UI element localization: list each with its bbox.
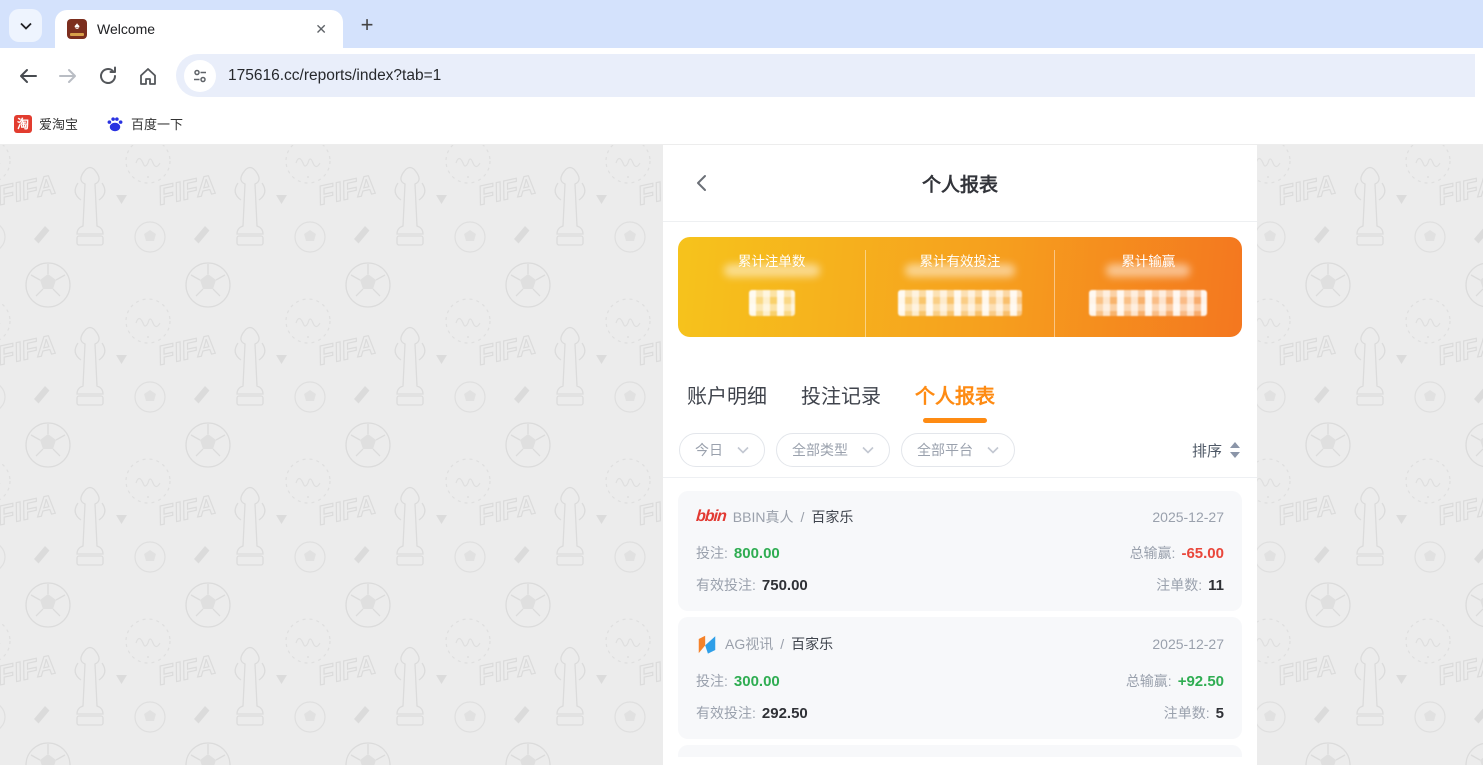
valid-bet-amount: 有效投注: 750.00 bbox=[696, 575, 808, 595]
bet-value: 300.00 bbox=[734, 673, 780, 690]
censored-value bbox=[1089, 290, 1207, 316]
censored-value bbox=[898, 290, 1022, 316]
bookmark-label: 爱淘宝 bbox=[39, 114, 78, 133]
bet-count-label: 注单数: bbox=[1164, 705, 1210, 721]
next-record-card-partial bbox=[678, 745, 1242, 757]
browser-toolbar: 175616.cc/reports/index?tab=1 bbox=[0, 48, 1483, 103]
site-favicon: ♠ bbox=[67, 19, 87, 39]
tab-bet-records[interactable]: 投注记录 bbox=[801, 380, 881, 423]
filter-label: 全部类型 bbox=[792, 440, 848, 460]
stat-total-bets: 累计注单数 bbox=[678, 250, 865, 337]
reload-button[interactable] bbox=[88, 56, 128, 96]
bet-label: 投注: bbox=[696, 545, 728, 561]
bet-amount: 投注: 300.00 bbox=[696, 671, 780, 691]
filter-bar: 今日 全部类型 全部平台 排序 bbox=[663, 423, 1257, 478]
bet-count-value: 5 bbox=[1216, 705, 1224, 722]
winloss-label: 总输赢: bbox=[1126, 673, 1172, 689]
bet-label: 投注: bbox=[696, 673, 728, 689]
slash-separator: / bbox=[800, 509, 804, 525]
home-button[interactable] bbox=[128, 56, 168, 96]
bet-amount: 投注: 800.00 bbox=[696, 543, 780, 563]
page-title: 个人报表 bbox=[922, 170, 998, 197]
record-date: 2025-12-27 bbox=[1152, 509, 1224, 525]
chevron-down-icon bbox=[862, 446, 874, 454]
forward-arrow-icon bbox=[57, 65, 79, 87]
taobao-icon: 淘 bbox=[14, 115, 32, 133]
new-tab-button[interactable]: + bbox=[352, 10, 382, 40]
bookmark-aitaobao[interactable]: 淘 爱淘宝 bbox=[14, 114, 78, 133]
winloss-amount: 总输赢: -65.00 bbox=[1130, 543, 1224, 563]
browser-tab-welcome[interactable]: ♠ Welcome ✕ bbox=[55, 10, 343, 48]
stat-total-valid-bets: 累计有效投注 bbox=[865, 250, 1053, 337]
site-settings-button[interactable] bbox=[184, 60, 216, 92]
forward-button[interactable] bbox=[48, 56, 88, 96]
bet-count-value: 11 bbox=[1208, 577, 1224, 594]
bet-value: 800.00 bbox=[734, 545, 780, 562]
tab-search-button[interactable] bbox=[9, 9, 42, 42]
stat-total-winloss: 累计输赢 bbox=[1054, 250, 1242, 337]
bet-count: 注单数: 11 bbox=[1156, 575, 1224, 595]
filter-label: 今日 bbox=[695, 440, 723, 460]
report-panel: 个人报表 累计注单数 累计有效投注 累计输赢 账户明细 投注记录 个人报表 bbox=[663, 145, 1257, 765]
bbin-logo: bbin bbox=[695, 508, 726, 526]
chevron-left-icon bbox=[693, 173, 713, 193]
page-content: FIFA bbox=[0, 145, 1483, 765]
tab-close-icon[interactable]: ✕ bbox=[311, 19, 331, 40]
tab-account-detail[interactable]: 账户明细 bbox=[687, 380, 767, 423]
winloss-amount: 总输赢: +92.50 bbox=[1126, 671, 1224, 691]
back-nav-button[interactable] bbox=[689, 169, 717, 197]
back-button[interactable] bbox=[8, 56, 48, 96]
url-text[interactable]: 175616.cc/reports/index?tab=1 bbox=[228, 67, 441, 85]
bookmarks-bar: 淘 爱淘宝 百度一下 bbox=[0, 103, 1483, 145]
provider-name: BBIN真人 bbox=[733, 507, 794, 527]
address-bar[interactable]: 175616.cc/reports/index?tab=1 bbox=[176, 54, 1475, 97]
winloss-value: +92.50 bbox=[1178, 673, 1224, 690]
chevron-down-icon bbox=[987, 446, 999, 454]
ag-logo bbox=[696, 633, 718, 655]
record-card-ag[interactable]: AG视讯 / 百家乐 2025-12-27 投注: 300.00 总输赢: +92.… bbox=[678, 617, 1242, 739]
filter-label: 全部平台 bbox=[917, 440, 973, 460]
tune-icon bbox=[192, 68, 208, 84]
record-card-bbin[interactable]: bbin BBIN真人 / 百家乐 2025-12-27 投注: 800.00 总… bbox=[678, 491, 1242, 611]
bookmark-label: 百度一下 bbox=[131, 114, 183, 133]
valid-bet-value: 292.50 bbox=[762, 705, 808, 722]
game-name: 百家乐 bbox=[791, 634, 833, 654]
report-tabs: 账户明细 投注记录 个人报表 bbox=[663, 352, 1257, 423]
browser-tab-strip: ♠ Welcome ✕ + bbox=[0, 0, 1483, 48]
filter-platform-dropdown[interactable]: 全部平台 bbox=[901, 433, 1015, 467]
panel-header: 个人报表 bbox=[663, 145, 1257, 222]
sort-label: 排序 bbox=[1192, 440, 1222, 461]
valid-bet-value: 750.00 bbox=[762, 577, 808, 594]
provider-name: AG视讯 bbox=[725, 634, 773, 654]
stat-label: 累计输赢 bbox=[1121, 250, 1175, 270]
bet-count: 注单数: 5 bbox=[1164, 703, 1224, 723]
slash-separator: / bbox=[780, 636, 784, 652]
sort-arrows-icon bbox=[1229, 442, 1241, 458]
record-date: 2025-12-27 bbox=[1152, 636, 1224, 652]
home-icon bbox=[137, 65, 159, 87]
record-list: bbin BBIN真人 / 百家乐 2025-12-27 投注: 800.00 总… bbox=[663, 478, 1257, 757]
stat-label: 累计有效投注 bbox=[919, 250, 1000, 270]
chevron-down-icon bbox=[737, 446, 749, 454]
tab-personal-report[interactable]: 个人报表 bbox=[915, 380, 995, 423]
game-name: 百家乐 bbox=[811, 507, 853, 527]
tab-title: Welcome bbox=[97, 21, 311, 37]
bet-count-label: 注单数: bbox=[1156, 577, 1202, 593]
censored-value bbox=[749, 290, 795, 316]
valid-bet-label: 有效投注: bbox=[696, 705, 756, 721]
filter-type-dropdown[interactable]: 全部类型 bbox=[776, 433, 890, 467]
filter-date-dropdown[interactable]: 今日 bbox=[679, 433, 765, 467]
chevron-down-icon bbox=[19, 19, 33, 33]
winloss-value: -65.00 bbox=[1181, 545, 1224, 562]
reload-icon bbox=[97, 65, 119, 87]
bookmark-baidu[interactable]: 百度一下 bbox=[106, 114, 183, 133]
stat-label: 累计注单数 bbox=[738, 250, 806, 270]
baidu-paw-icon bbox=[106, 115, 124, 133]
sort-button[interactable]: 排序 bbox=[1192, 440, 1241, 461]
valid-bet-amount: 有效投注: 292.50 bbox=[696, 703, 808, 723]
back-arrow-icon bbox=[17, 65, 39, 87]
summary-card: 累计注单数 累计有效投注 累计输赢 bbox=[678, 237, 1242, 337]
valid-bet-label: 有效投注: bbox=[696, 577, 756, 593]
winloss-label: 总输赢: bbox=[1130, 545, 1176, 561]
